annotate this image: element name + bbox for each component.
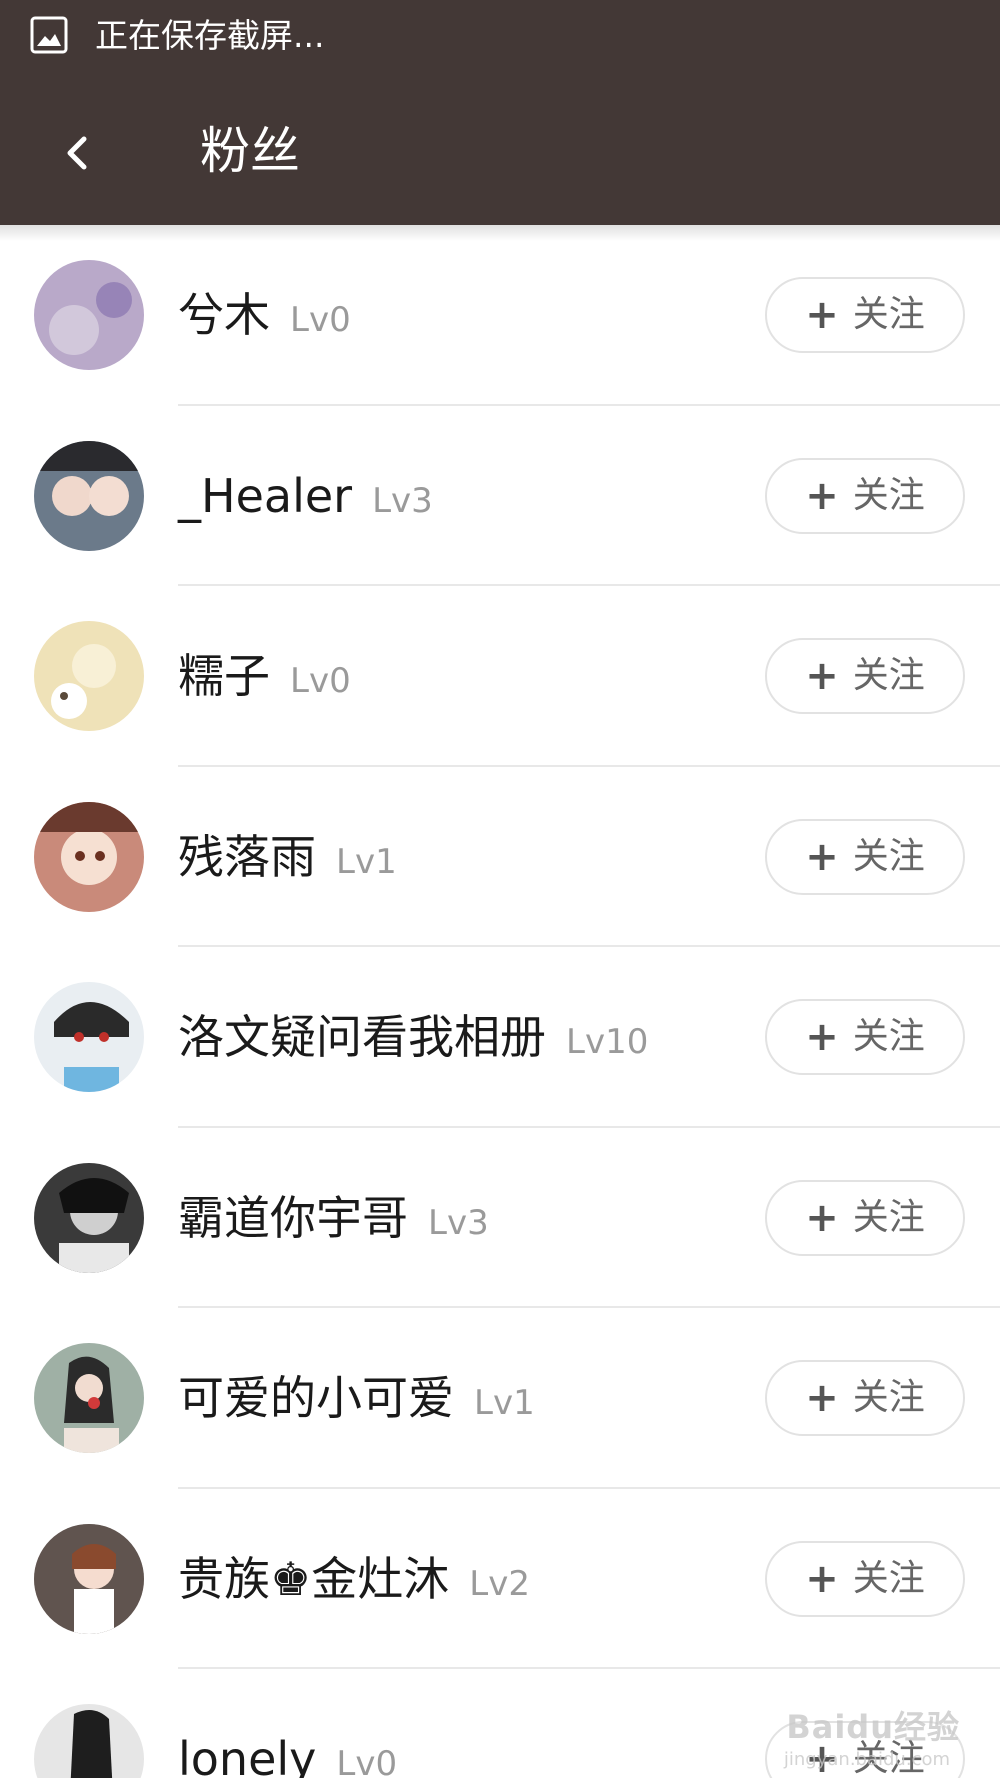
user-name: 糯子 <box>178 649 270 703</box>
avatar[interactable] <box>34 801 144 912</box>
follow-label: 关注 <box>852 1196 925 1238</box>
follow-button[interactable]: + 关注 <box>765 638 965 714</box>
user-name: 残落雨 <box>178 829 316 884</box>
plus-icon: + <box>805 1375 839 1421</box>
list-item[interactable]: 贵族♚金灶沐 Lv2 + 关注 <box>0 1489 1000 1669</box>
watermark: Baidu经验 <box>786 1708 960 1746</box>
plus-icon: + <box>805 1555 839 1602</box>
avatar[interactable] <box>34 982 144 1092</box>
app-bar-shadow <box>0 225 1000 241</box>
list-item[interactable]: 兮木 Lv0 + 关注 <box>0 225 1000 406</box>
follow-button[interactable]: + 关注 <box>765 999 965 1075</box>
follow-label: 关注 <box>852 1557 925 1599</box>
avatar[interactable] <box>34 1523 144 1634</box>
user-name: 兮木 <box>178 288 270 342</box>
follow-label: 关注 <box>852 474 925 516</box>
user-name: 洛文‌疑问看我相册 <box>178 1010 546 1064</box>
status-bar: 正在保存截屏... <box>0 0 1000 75</box>
list-item[interactable]: 糯子 Lv0 + 关注 <box>0 586 1000 767</box>
screenshot-image-icon <box>30 16 68 54</box>
chevron-left-icon <box>67 136 87 170</box>
follow-label: 关注 <box>852 655 925 696</box>
follow-button[interactable]: + 关注 <box>765 1360 965 1436</box>
follow-label: 关注 <box>852 835 925 877</box>
plus-icon: + <box>805 472 839 519</box>
watermark-url: jingyan.baidu.com <box>783 1749 950 1770</box>
status-text: 正在保存截屏... <box>95 16 325 55</box>
user-name: 可爱的小可爱 <box>178 1371 454 1425</box>
user-name: lonely <box>178 1732 317 1778</box>
avatar[interactable] <box>34 1704 144 1778</box>
follow-label: 关注 <box>852 294 925 335</box>
user-level: Lv0 <box>290 661 351 701</box>
list-item[interactable]: _Healer Lv3 + 关注 <box>0 406 1000 586</box>
follow-label: 关注 <box>852 1016 925 1057</box>
user-level: Lv1 <box>474 1383 535 1423</box>
user-name: _Healer <box>178 468 353 523</box>
follow-button[interactable]: + 关注 <box>765 818 965 895</box>
list-item[interactable]: 洛文‌疑问看我相册 Lv10 + 关注 <box>0 947 1000 1128</box>
follow-label: 关注 <box>852 1377 925 1418</box>
user-name: 贵族♚金灶沐 <box>178 1551 450 1606</box>
user-level: Lv3 <box>372 480 433 521</box>
plus-icon: + <box>805 833 839 880</box>
user-level: Lv0 <box>336 1744 398 1778</box>
plus-icon: + <box>805 1014 839 1060</box>
plus-icon: + <box>805 292 839 338</box>
avatar[interactable] <box>34 260 144 370</box>
follow-button[interactable]: + 关注 <box>765 277 965 353</box>
user-level: Lv0 <box>290 300 351 340</box>
app-bar: 粉丝 <box>0 75 1000 225</box>
user-level: Lv3 <box>428 1202 489 1243</box>
avatar[interactable] <box>34 621 144 731</box>
user-level: Lv10 <box>566 1022 649 1062</box>
avatar[interactable] <box>34 440 144 551</box>
user-name: 霸道你宇哥 <box>178 1190 408 1245</box>
list-item[interactable]: 残落雨 Lv1 + 关注 <box>0 767 1000 947</box>
back-button[interactable] <box>40 115 116 191</box>
page-title: 粉丝 <box>200 122 300 180</box>
follow-button[interactable]: + 关注 <box>765 457 965 534</box>
avatar[interactable] <box>34 1343 144 1453</box>
fan-list: 兮木 Lv0 + 关注 _Healer Lv3 + 关注 糯子 Lv0 + 关注 <box>0 225 1000 1778</box>
user-level: Lv1 <box>336 841 397 882</box>
list-item[interactable]: 可爱的小可爱 Lv1 + 关注 <box>0 1308 1000 1489</box>
plus-icon: + <box>805 653 839 699</box>
plus-icon: + <box>805 1194 839 1241</box>
follow-button[interactable]: + 关注 <box>765 1179 965 1256</box>
list-item[interactable]: 霸道你宇哥 Lv3 + 关注 <box>0 1128 1000 1308</box>
avatar[interactable] <box>34 1162 144 1273</box>
follow-button[interactable]: + 关注 <box>765 1540 965 1617</box>
user-level: Lv2 <box>469 1563 530 1604</box>
